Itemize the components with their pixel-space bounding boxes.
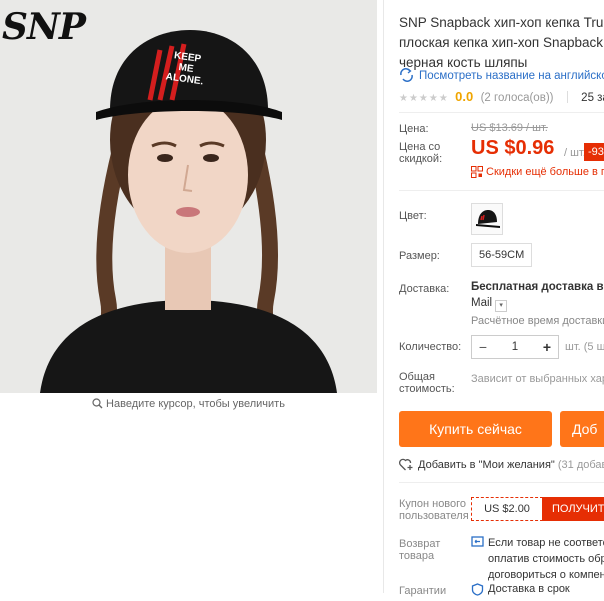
rating-votes[interactable]: (2 голоса(ов)) xyxy=(481,92,554,104)
quantity-label: Количество: xyxy=(399,341,462,353)
quantity-stepper: − 1 + xyxy=(471,335,559,359)
discount-price-label-line: Цена со xyxy=(399,141,441,153)
divider xyxy=(399,482,604,483)
color-option-black[interactable] xyxy=(471,203,503,235)
heart-plus-icon xyxy=(399,458,414,474)
guarantee-label: Гарантии xyxy=(399,585,447,597)
shipping-label: Доставка: xyxy=(399,283,450,295)
product-info-panel: SNP Snapback хип-хоп кепка Trukf плоская… xyxy=(399,0,604,597)
discount-price-label-line: скидкой: xyxy=(399,153,443,165)
wishlist-text[interactable]: Добавить в "Мои желания" xyxy=(418,459,555,471)
rating-row: ★★★★★ 0.0 (2 голоса(ов)) 25 зак xyxy=(399,89,604,104)
returns-policy-line: договориться о компен xyxy=(488,569,604,581)
returns-policy-line: Если товар не соответст xyxy=(488,537,604,549)
return-box-icon xyxy=(471,535,484,553)
returns-label-line: товара xyxy=(399,550,435,562)
divider xyxy=(383,0,384,593)
returns-policy: Если товар не соответст оплатив стоимост… xyxy=(488,535,604,583)
current-price: US $0.96 xyxy=(471,137,555,159)
zoom-hint: Наведите курсор, чтобы увеличить xyxy=(0,398,377,412)
returns-label-line: Возврат xyxy=(399,538,441,550)
discount-price-label: Цена со скидкой: xyxy=(399,141,442,165)
total-label-line: Общая xyxy=(399,371,435,383)
order-count: 25 зак xyxy=(581,92,604,104)
price-unit: / шт. xyxy=(564,147,586,159)
translate-link-text[interactable]: Посмотреть название на английском xyxy=(419,70,604,82)
guarantee-value: Доставка в срок xyxy=(488,583,570,595)
product-main-image[interactable]: SNP KEEP ME ALONE. xyxy=(0,0,377,393)
shipping-carrier-text[interactable]: Mail xyxy=(471,297,492,309)
shield-icon xyxy=(471,583,484,601)
quantity-increase-button[interactable]: + xyxy=(536,336,558,358)
quantity-input[interactable]: 1 xyxy=(494,336,536,358)
divider xyxy=(399,190,604,191)
size-label: Размер: xyxy=(399,250,440,262)
total-label-line: стоимость: xyxy=(399,383,455,395)
shipping-carrier[interactable]: Mail ▾ xyxy=(471,297,508,312)
discount-badge: -93% xyxy=(584,143,604,161)
total-value: Зависит от выбранных хара xyxy=(471,373,604,385)
size-option[interactable]: 56-59CM xyxy=(471,243,533,267)
add-to-wishlist-link[interactable]: Добавить в "Мои желания" (31 добав xyxy=(399,458,604,474)
buy-now-button[interactable]: Купить сейчас xyxy=(399,411,552,447)
coupon-label-line: Купон нового xyxy=(399,498,467,510)
chevron-down-icon[interactable]: ▾ xyxy=(495,300,508,312)
returns-label: Возврат товара xyxy=(399,538,440,562)
quantity-decrease-button[interactable]: − xyxy=(472,336,494,358)
qr-code-icon xyxy=(471,166,483,181)
app-discount-link[interactable]: Скидки ещё больше в пр xyxy=(471,166,604,181)
old-price: US $13.69 / шт. xyxy=(471,122,548,134)
coupon-label-line: пользователя xyxy=(399,510,469,522)
divider xyxy=(399,112,604,113)
rating-score[interactable]: 0.0 xyxy=(455,89,473,104)
wishlist-count: (31 добав xyxy=(557,459,604,471)
rating-stars: ★★★★★ xyxy=(399,93,449,104)
magnifier-icon xyxy=(92,398,103,412)
divider xyxy=(566,91,568,103)
price-label: Цена: xyxy=(399,123,429,135)
product-title-line: плоская кепка хип-хоп Snapback K xyxy=(399,35,604,50)
translate-title-link[interactable]: Посмотреть название на английском xyxy=(399,68,604,85)
product-title-line: SNP Snapback хип-хоп кепка Trukf xyxy=(399,15,604,30)
get-coupon-button[interactable]: ПОЛУЧИТЬ xyxy=(542,497,604,521)
add-to-cart-button[interactable]: Доб xyxy=(560,411,604,447)
shipping-method: Бесплатная доставка в Ru xyxy=(471,281,604,293)
color-label: Цвет: xyxy=(399,210,427,222)
zoom-hint-text: Наведите курсор, чтобы увеличить xyxy=(106,398,285,410)
coupon-label: Купон нового пользователя xyxy=(399,498,469,522)
translate-icon xyxy=(399,68,414,85)
product-title: SNP Snapback хип-хоп кепка Trukf плоская… xyxy=(399,13,604,73)
app-discount-text[interactable]: Скидки ещё больше в пр xyxy=(486,166,604,178)
brand-logo: SNP xyxy=(2,6,86,48)
total-label: Общая стоимость: xyxy=(399,371,455,395)
coupon-value: US $2.00 xyxy=(471,497,543,521)
delivery-estimate: Расчётное время доставки xyxy=(471,315,604,327)
stock-note: шт. (5 ш xyxy=(565,341,604,353)
returns-policy-line: оплатив стоимость обра xyxy=(488,553,604,565)
